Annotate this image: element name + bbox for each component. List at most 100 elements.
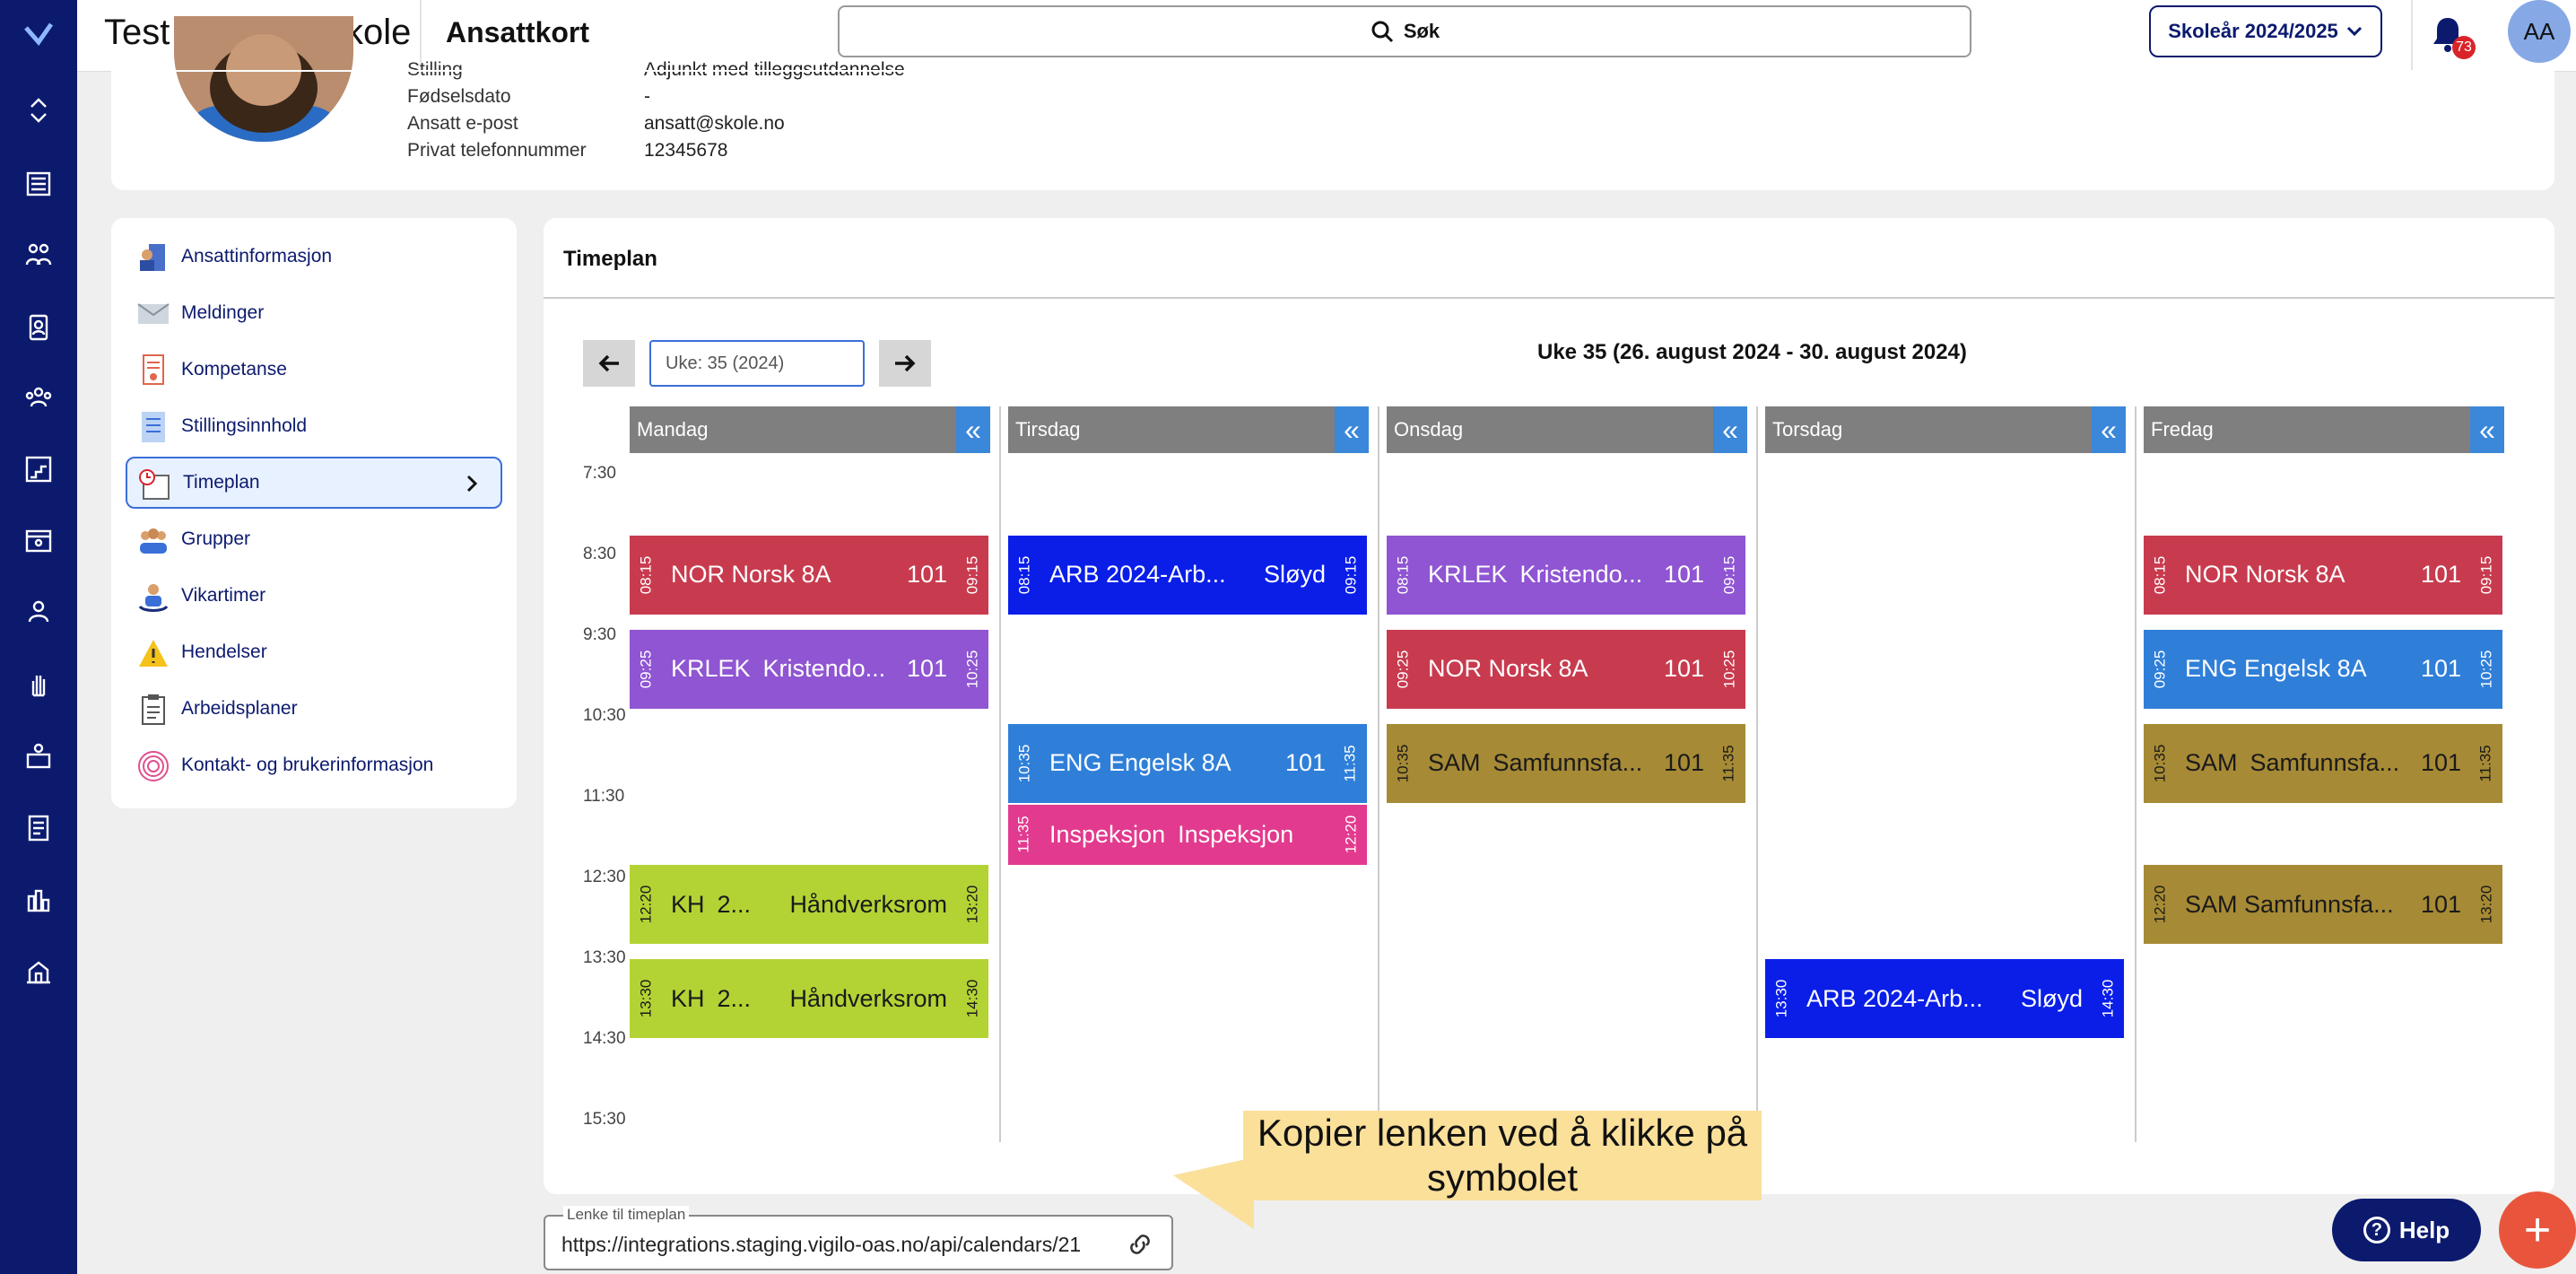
lesson-block[interactable]: 12:20 SAM Samfunnsfa... 101 13:20 [2144,865,2502,944]
hand-icon[interactable] [20,666,57,703]
lesson-room: 101 [1663,561,1704,588]
lesson-block[interactable]: 11:35 Inspeksjon Inspeksjon 12:20 [1008,804,1367,865]
help-button[interactable]: ? Help [2332,1199,2481,1261]
divider [2411,0,2413,72]
menu-item-vikartimer[interactable]: Vikartimer [126,570,502,622]
callout-pointer [1173,1157,1254,1229]
collapse-day-button[interactable]: « [2470,406,2504,453]
document-icon[interactable] [20,809,57,847]
time-label: 10:30 [583,706,626,725]
menu-label: Timeplan [183,472,260,493]
school-year-label: Skoleår 2024/2025 [2168,20,2338,42]
collapse-day-button[interactable]: « [2092,406,2126,453]
lesson-block[interactable]: 09:25 ENG Engelsk 8A 101 10:25 [2144,629,2502,709]
time-label: 8:30 [583,545,616,563]
time-label: 9:30 [583,625,616,644]
lesson-block[interactable]: 08:15 ARB 2024-Arb... Sløyd 09:15 [1008,535,1367,615]
menu-item-kontaktinformasjon[interactable]: Kontakt- og brukerinformasjon [126,739,502,791]
arrow-right-icon [895,354,916,372]
lesson-start-time: 12:20 [637,885,655,924]
menu-item-kompetanse[interactable]: Kompetanse [126,344,502,396]
menu-label: Grupper [181,528,251,549]
search-icon [1371,21,1393,43]
link-value[interactable]: https://integrations.staging.vigilo-oas.… [561,1233,1100,1257]
lesson-block[interactable]: 10:35 SAM Samfunnsfa... 101 11:35 [1387,723,1745,803]
building-icon[interactable] [20,953,57,990]
lesson-code: NOR Norsk 8A [671,561,831,588]
lesson-end-time: 10:25 [2477,650,2495,688]
menu-label: Meldinger [181,302,265,323]
lesson-end-time: 10:25 [963,650,981,688]
lesson-block[interactable]: 09:25 NOR Norsk 8A 101 10:25 [1387,629,1745,709]
lesson-block[interactable]: 10:35 ENG Engelsk 8A 101 11:35 [1008,723,1367,803]
prev-week-button[interactable] [583,340,635,387]
lesson-block[interactable]: 09:25 KRLEK Kristendo... 101 10:25 [630,629,988,709]
lesson-room: 101 [906,561,947,588]
time-label: 7:30 [583,464,616,483]
menu-item-grupper[interactable]: Grupper [126,513,502,565]
lesson-room: 101 [1663,749,1704,776]
person-icon[interactable] [20,594,57,632]
news-icon[interactable] [20,165,57,203]
time-label: 12:30 [583,868,626,886]
lesson-block[interactable]: 13:30 ARB 2024-Arb... Sløyd 14:30 [1765,959,2124,1038]
search-input[interactable]: Søk [838,5,1971,57]
job-content-icon [142,412,165,442]
day-separator [999,406,1001,1142]
lesson-block[interactable]: 12:20 KH 2... Håndverksrom 13:20 [630,865,988,944]
lesson-start-time: 12:20 [2151,885,2169,924]
lesson-room: 101 [906,655,947,682]
school-year-select[interactable]: Skoleår 2024/2025 [2149,5,2382,57]
collapse-day-button[interactable]: « [1713,406,1747,453]
certificate-icon [143,354,164,385]
menu-item-meldinger[interactable]: Meldinger [126,287,502,339]
day-header-mandag: Mandag « [630,406,990,453]
expand-icon[interactable] [20,92,57,129]
email-value: ansatt@skole.no [644,113,785,134]
menu-item-stillingsinnhold[interactable]: Stillingsinnhold [126,400,502,452]
user-avatar[interactable]: AA [2508,0,2571,63]
time-label: 14:30 [583,1029,626,1048]
students-icon[interactable] [20,237,57,275]
lesson-code: ARB 2024-Arb... [1049,561,1226,588]
lesson-room: 101 [2420,655,2461,682]
next-week-button[interactable] [879,340,931,387]
calendar-link-field[interactable]: Lenke til timeplan https://integrations.… [544,1206,1173,1270]
lesson-code: KH [671,890,705,918]
notification-badge: 73 [2452,36,2476,59]
lesson-block[interactable]: 08:15 KRLEK Kristendo... 101 09:15 [1387,535,1745,615]
page-title: Ansattkort [446,16,590,48]
lesson-start-time: 13:30 [637,979,655,1018]
lesson-end-time: 11:35 [1720,744,1737,782]
menu-item-hendelser[interactable]: Hendelser [126,626,502,678]
collapse-day-button[interactable]: « [1335,406,1369,453]
lesson-block[interactable]: 08:15 NOR Norsk 8A 101 09:15 [2144,535,2502,615]
day-header-tirsdag: Tirsdag « [1008,406,1369,453]
menu-item-timeplan[interactable]: Timeplan [126,457,502,509]
collapse-day-button[interactable]: « [956,406,990,453]
lesson-code: KRLEK [1428,561,1508,588]
badge-icon[interactable] [20,309,57,346]
week-input[interactable]: Uke: 35 (2024) [649,340,865,387]
groups-icon[interactable] [20,379,57,416]
calendar-user-icon[interactable] [20,522,57,560]
lesson-block[interactable]: 08:15 NOR Norsk 8A 101 09:15 [630,535,988,615]
lesson-code: ARB 2024-Arb... [1806,984,1983,1012]
add-button[interactable]: + [2499,1191,2576,1269]
menu-item-arbeidsplaner[interactable]: Arbeidsplaner [126,683,502,735]
lesson-block[interactable]: 10:35 SAM Samfunnsfa... 101 11:35 [2144,723,2502,803]
day-label: Tirsdag [1015,418,1081,441]
copy-link-icon[interactable] [1125,1229,1155,1260]
schedule-icon [139,469,170,500]
chart-icon[interactable] [20,881,57,919]
lesson-subject: Samfunnsfa... [1493,749,1643,776]
menu-item-ansattinformasjon[interactable]: Ansattinformasjon [126,231,502,283]
time-label: 15:30 [583,1110,626,1129]
lesson-start-time: 10:35 [1015,744,1033,782]
lesson-end-time: 11:35 [1342,744,1359,782]
stairs-icon[interactable] [20,450,57,488]
school-desk-icon[interactable] [20,737,57,775]
lesson-block[interactable]: 13:30 KH 2... Håndverksrom 14:30 [630,959,988,1038]
substitute-icon [138,584,169,612]
logo-icon[interactable] [20,14,57,52]
